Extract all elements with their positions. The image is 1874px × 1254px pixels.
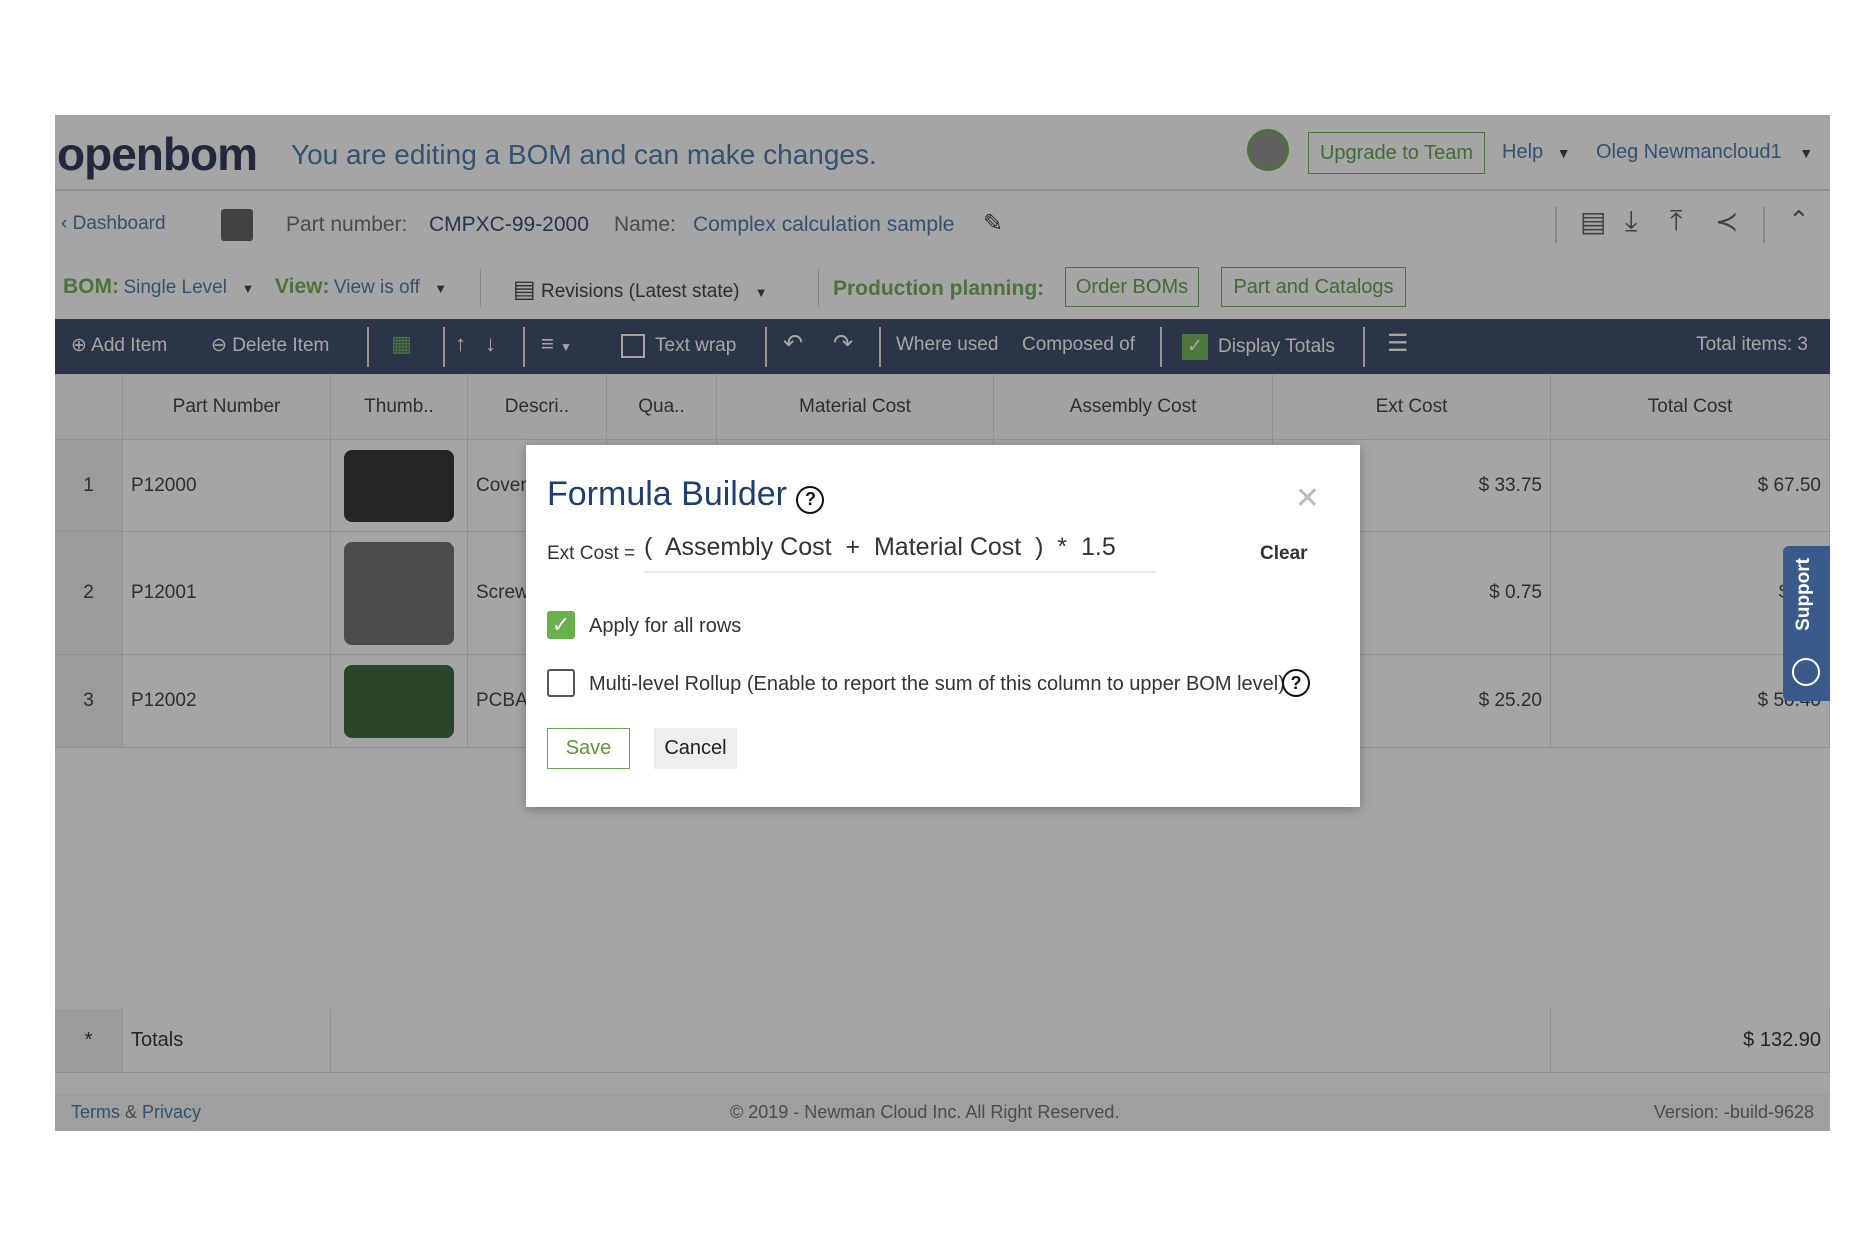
cancel-button[interactable]: Cancel	[654, 728, 737, 769]
paren-open: (	[644, 533, 653, 561]
formula-operator: +	[845, 533, 861, 561]
help-icon[interactable]: ?	[796, 485, 825, 514]
formula-term[interactable]: Material Cost	[874, 533, 1021, 561]
support-label: Support	[1793, 558, 1814, 631]
formula-builder-dialog: Formula Builder ? ✕ Ext Cost = ( Assembl…	[526, 445, 1360, 807]
formula-operator: *	[1057, 533, 1068, 561]
paren-close: )	[1035, 533, 1044, 561]
help-icon[interactable]: ?	[1282, 669, 1310, 697]
formula-input[interactable]: ( Assembly Cost + Material Cost ) * 1.5	[644, 533, 1156, 573]
formula-label: Ext Cost =	[547, 543, 636, 564]
close-icon[interactable]: ✕	[1295, 481, 1320, 516]
support-icon	[1792, 658, 1820, 686]
support-tab[interactable]: Support	[1783, 546, 1830, 701]
apply-all-checkbox[interactable]: ✓	[547, 611, 575, 639]
formula-term[interactable]: Assembly Cost	[665, 533, 832, 561]
save-button[interactable]: Save	[547, 728, 630, 769]
dialog-title: Formula Builder ?	[547, 475, 825, 514]
dialog-title-text: Formula Builder	[547, 475, 787, 513]
apply-all-label: Apply for all rows	[589, 615, 742, 637]
rollup-checkbox[interactable]	[547, 669, 575, 697]
rollup-label: Multi-level Rollup (Enable to report the…	[589, 673, 1285, 695]
formula-factor[interactable]: 1.5	[1081, 533, 1116, 561]
clear-button[interactable]: Clear	[1260, 543, 1308, 565]
